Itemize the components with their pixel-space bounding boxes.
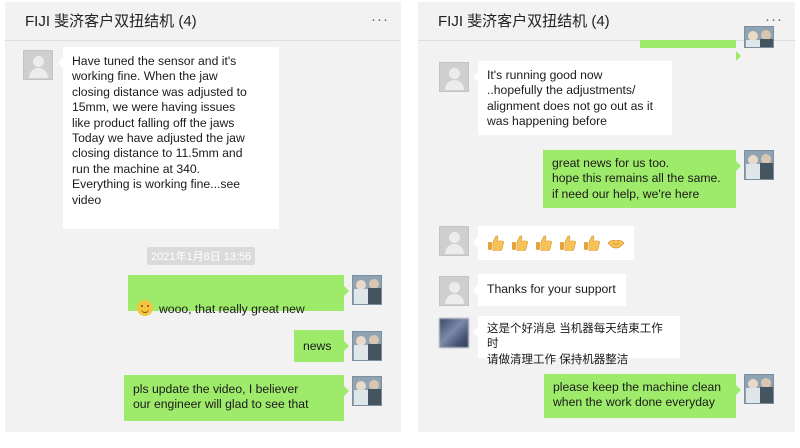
handshake-emoji-icon	[607, 239, 625, 249]
message-sent[interactable]: news	[294, 330, 349, 362]
message-received[interactable]: It's running good now ..hopefully the ad…	[473, 61, 672, 135]
chat-panel-right: FIJI 斐济客户双扭结机 (4) ··· It's running good …	[418, 2, 795, 432]
message-received[interactable]: 这是个好消息 当机器每天结束工作时 请做清理工作 保持机器整洁	[473, 316, 680, 366]
message-sent-partial[interactable]	[640, 40, 741, 61]
thumbs-up-emoji-icon	[536, 235, 552, 251]
more-options-icon[interactable]: ···	[765, 12, 783, 27]
header-divider	[5, 40, 401, 41]
thumbs-up-emoji-icon	[512, 235, 528, 251]
blurred-avatar-icon[interactable]	[439, 318, 469, 348]
photo-avatar-icon[interactable]	[744, 150, 774, 180]
thumbs-up-emoji-icon	[488, 235, 504, 251]
message-received[interactable]: Have tuned the sensor and it's working f…	[58, 47, 279, 229]
photo-avatar-icon[interactable]	[352, 331, 382, 361]
message-text: wooo, that really great new	[159, 302, 305, 317]
smile-emoji-icon	[137, 300, 153, 317]
default-avatar-icon[interactable]	[439, 226, 469, 256]
thumbs-up-emoji-icon	[584, 235, 600, 251]
chat-title: FIJI 斐济客户双扭结机 (4)	[438, 13, 610, 30]
default-avatar-icon[interactable]	[439, 276, 469, 306]
photo-avatar-icon[interactable]	[744, 374, 774, 404]
thumbs-up-emoji-icon	[560, 235, 576, 251]
message-sent[interactable]: wooo, that really great new	[128, 275, 349, 317]
default-avatar-icon[interactable]	[23, 50, 53, 80]
chat-header: FIJI 斐济客户双扭结机 (4) ···	[418, 2, 795, 40]
message-received[interactable]: Thanks for your support	[473, 274, 626, 306]
timestamp: 2021年1月8日 13:56	[147, 247, 256, 265]
default-avatar-icon[interactable]	[439, 62, 469, 92]
photo-avatar-icon[interactable]	[744, 26, 774, 48]
photo-avatar-icon[interactable]	[352, 376, 382, 406]
chat-title: FIJI 斐济客户双扭结机 (4)	[25, 13, 197, 30]
message-sent[interactable]: please keep the machine clean when the w…	[544, 374, 741, 418]
message-received-emojis[interactable]	[473, 226, 634, 260]
message-sent[interactable]: pls update the video, I believer our eng…	[124, 375, 349, 421]
chat-panel-left: FIJI 斐济客户双扭结机 (4) ··· Have tuned the sen…	[5, 2, 401, 432]
photo-avatar-icon[interactable]	[352, 275, 382, 305]
message-sent[interactable]: great news for us too. hope this remains…	[543, 150, 741, 208]
header-divider	[418, 40, 795, 41]
more-options-icon[interactable]: ···	[371, 12, 389, 27]
chat-header: FIJI 斐济客户双扭结机 (4) ···	[5, 2, 401, 40]
